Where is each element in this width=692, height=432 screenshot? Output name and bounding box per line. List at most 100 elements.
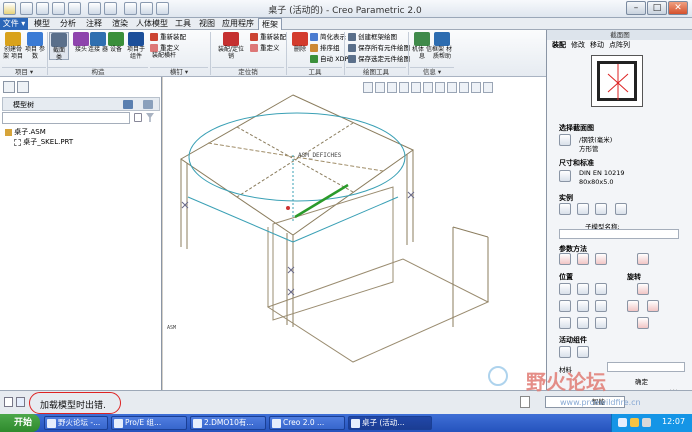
task-creo[interactable]: Creo 2.0 ...: [269, 416, 345, 430]
minimize-button[interactable]: –: [626, 1, 646, 15]
folder-browser-tab[interactable]: [17, 81, 29, 93]
model-tree-tab[interactable]: [3, 81, 15, 93]
rotate-icon-2[interactable]: [627, 300, 639, 312]
save-all-drawings-item[interactable]: 保存所有元件绘图: [348, 43, 410, 53]
show-menu-icon[interactable]: [143, 100, 153, 109]
position-icon-7[interactable]: [559, 317, 571, 329]
instance-icon-3[interactable]: [595, 203, 607, 215]
assemble-crossbar-button[interactable]: 装配横杆: [150, 52, 178, 66]
redo-icon[interactable]: [104, 2, 117, 15]
print-icon[interactable]: [68, 2, 81, 15]
rotate-icon-3[interactable]: [647, 300, 659, 312]
tree-search-input[interactable]: [2, 112, 130, 124]
annotation-display-icon[interactable]: [471, 82, 481, 93]
tree-settings-icon[interactable]: [123, 100, 133, 109]
spin-center-icon[interactable]: [483, 82, 493, 93]
frame-help-button[interactable]: 框架 材质帮助: [430, 32, 454, 60]
task-forum[interactable]: 野火论坛 -...: [44, 416, 108, 430]
save-selected-drawings-item[interactable]: 保存选定元件绘图: [348, 54, 410, 64]
sort-group-item[interactable]: 排序组: [310, 43, 340, 53]
search-icon[interactable]: [134, 113, 142, 122]
undo-icon[interactable]: [88, 2, 101, 15]
task-proe[interactable]: Pro/E 组...: [111, 416, 187, 430]
tree-item-skeleton[interactable]: 桌子_SKEL.PRT: [14, 137, 73, 147]
tab-applications[interactable]: 应用程序: [220, 18, 256, 30]
reassemble-item[interactable]: 重新装配: [150, 32, 186, 42]
new-file-icon[interactable]: [20, 2, 33, 15]
position-icon-4[interactable]: [559, 300, 571, 312]
delete-button[interactable]: 删除: [290, 32, 310, 60]
zoom-fit-icon[interactable]: [363, 82, 373, 93]
dimension-icon[interactable]: [559, 170, 571, 182]
open-file-icon[interactable]: [36, 2, 49, 15]
sub-name-field[interactable]: [559, 229, 679, 239]
tray-icon[interactable]: [630, 418, 639, 427]
tab-tools[interactable]: 工具: [172, 18, 194, 30]
regenerate-icon[interactable]: [124, 2, 137, 15]
selection-filter-icon[interactable]: [520, 396, 530, 408]
connector-button[interactable]: 连接 器: [88, 32, 108, 60]
move-icon-1[interactable]: [559, 346, 571, 358]
tray-icon[interactable]: [618, 418, 627, 427]
zoom-in-icon[interactable]: [375, 82, 385, 93]
position-icon-6[interactable]: [595, 300, 607, 312]
device-button[interactable]: 设备: [106, 32, 126, 60]
tab-view[interactable]: 视图: [196, 18, 218, 30]
group-project[interactable]: 项目 ▾: [2, 67, 46, 76]
position-icon-1[interactable]: [559, 283, 571, 295]
tray-icon[interactable]: [642, 418, 651, 427]
tab-pattern[interactable]: 点阵列: [609, 40, 630, 50]
auto-xdp-item[interactable]: 自动 XDP: [310, 54, 348, 64]
move-icon-2[interactable]: [577, 346, 589, 358]
tab-model[interactable]: 模型: [30, 18, 54, 30]
tab-render[interactable]: 渲染: [108, 18, 132, 30]
instance-icon-2[interactable]: [577, 203, 589, 215]
app-logo-icon[interactable]: [3, 2, 16, 15]
graphics-window[interactable]: ASM_DEFICHES ASM: [163, 77, 546, 390]
browser-toggle-icon[interactable]: [16, 397, 25, 407]
tree-item-assembly[interactable]: 桌子.ASM: [5, 127, 46, 137]
save-icon[interactable]: [52, 2, 65, 15]
assemble-dowel-button[interactable]: 装配/定位销: [216, 32, 246, 60]
tab-analysis[interactable]: 分析: [56, 18, 80, 30]
position-icon-8[interactable]: [577, 317, 589, 329]
tab-file[interactable]: 文件 ▾: [0, 18, 28, 30]
position-icon-3[interactable]: [595, 283, 607, 295]
reassemble-dowel-item[interactable]: 重新装配: [250, 32, 286, 42]
tab-framework[interactable]: 框架: [258, 18, 282, 30]
instance-icon-4[interactable]: [615, 203, 627, 215]
display-style-icon[interactable]: [411, 82, 421, 93]
task-dmo[interactable]: 2.DMO10有...: [190, 416, 266, 430]
window-icon[interactable]: [140, 2, 153, 15]
method-icon-4[interactable]: [637, 253, 649, 265]
method-icon-3[interactable]: [595, 253, 607, 265]
tab-annotate[interactable]: 注释: [82, 18, 106, 30]
project-params-button[interactable]: 项目 参数: [25, 32, 45, 60]
tab-manikin[interactable]: 人体模型: [134, 18, 170, 30]
rotate-icon-1[interactable]: [637, 283, 649, 295]
close-button[interactable]: ✕: [668, 1, 688, 15]
instance-icon-1[interactable]: [559, 203, 571, 215]
repaint-icon[interactable]: [399, 82, 409, 93]
select-section-icon[interactable]: [559, 134, 571, 146]
group-info[interactable]: 信息 ▾: [410, 67, 454, 76]
material-dropdown[interactable]: [607, 362, 685, 372]
tab-modify[interactable]: 修改: [571, 40, 585, 50]
start-button[interactable]: 开始: [0, 414, 40, 432]
tab-move[interactable]: 移动: [590, 40, 604, 50]
view-manager-icon[interactable]: [435, 82, 445, 93]
ok-button[interactable]: 确定: [635, 376, 648, 386]
redefine-dowel-item[interactable]: 重定义: [250, 43, 280, 53]
rotate-icon-4[interactable]: [637, 317, 649, 329]
navigator-toggle-icon[interactable]: [4, 397, 13, 407]
method-icon-1[interactable]: [559, 253, 571, 265]
maximize-button[interactable]: □: [647, 1, 667, 15]
position-icon-9[interactable]: [595, 317, 607, 329]
position-icon-5[interactable]: [577, 300, 589, 312]
datum-display-icon[interactable]: [459, 82, 469, 93]
create-skeleton-button[interactable]: 创建骨架 项目: [3, 32, 23, 60]
item-in-assembly-button[interactable]: 项目于 组件: [124, 32, 148, 60]
section-class-button[interactable]: 截面 类: [49, 32, 69, 61]
section-view-icon[interactable]: [447, 82, 457, 93]
create-frame-drawing-item[interactable]: 创建框架绘图: [348, 32, 397, 42]
